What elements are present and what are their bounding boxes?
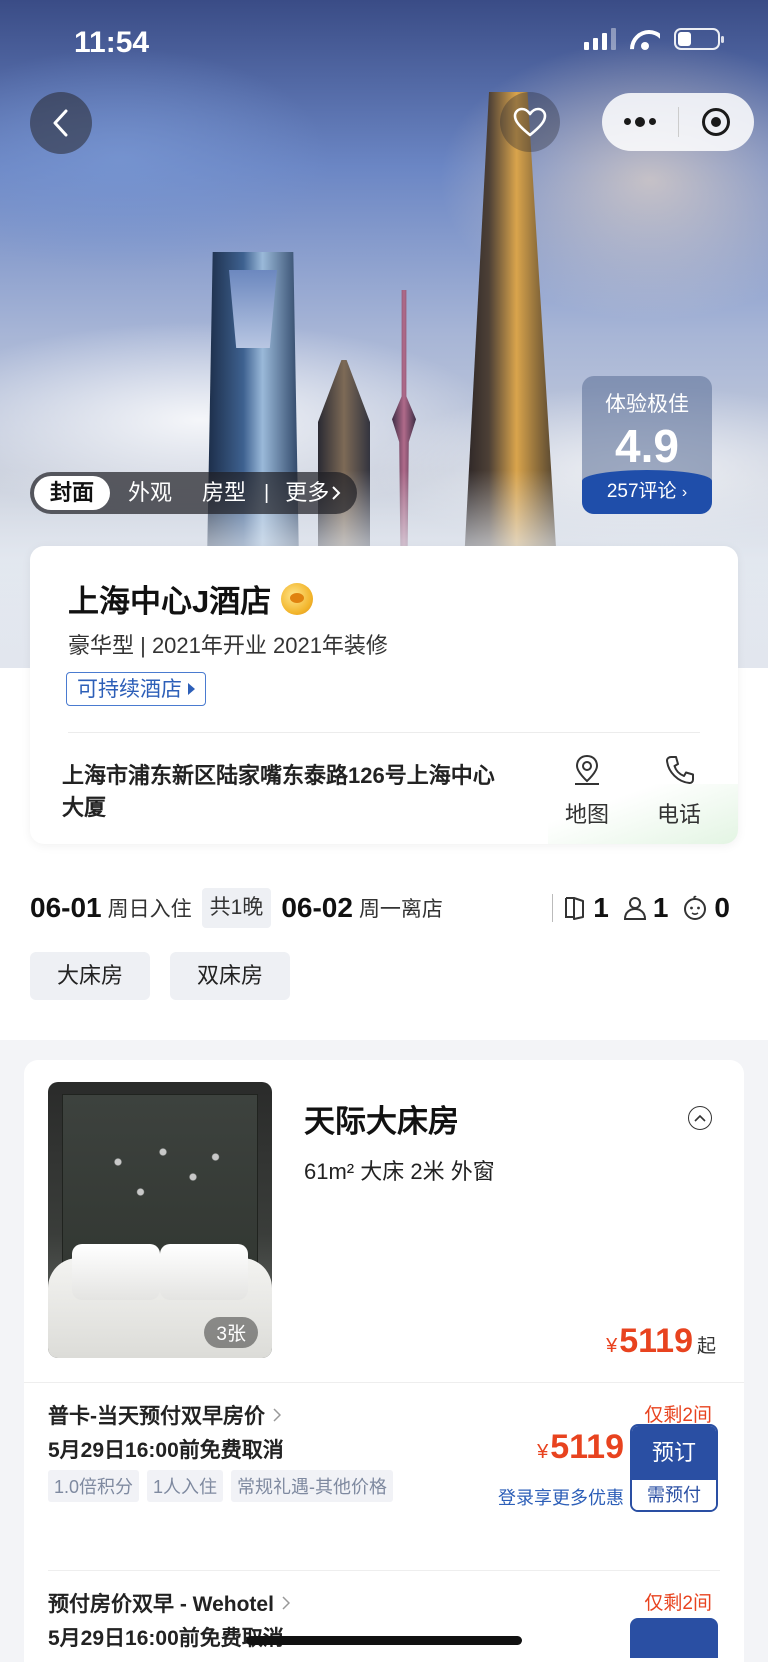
heart-icon [513, 107, 547, 137]
back-button[interactable] [30, 92, 92, 154]
hotel-info-card: 上海中心J酒店 豪华型 | 2021年开业 2021年装修 可持续酒店 上海市浦… [30, 546, 738, 844]
sustainable-hotel-tag[interactable]: 可持续酒店 [66, 672, 206, 706]
tab-exterior[interactable]: 外观 [116, 476, 184, 510]
checkin-date: 06-01 [30, 892, 102, 923]
chevron-right-icon [273, 1408, 281, 1422]
divider [48, 1570, 720, 1571]
wifi-icon [630, 28, 660, 50]
rate-tag: 1.0倍积分 [48, 1470, 140, 1502]
review-count-link[interactable]: 257评论 › [582, 470, 712, 514]
chevron-right-icon [332, 486, 341, 500]
adult-count-value: 1 [652, 892, 669, 923]
rate-name: 预付房价双早 - Wehotel [48, 1593, 274, 1616]
divider [24, 1382, 744, 1383]
nights-badge: 共1晚 [201, 888, 272, 928]
review-count: 257评论 [606, 481, 677, 502]
room-count-value: 1 [593, 892, 609, 923]
room-price-value: 5119 [619, 1322, 693, 1360]
rooms-remaining: 仅剩2间 [644, 1405, 712, 1426]
occupancy-selector[interactable]: 1 1 0 [563, 892, 730, 924]
signal-icon [584, 28, 616, 50]
rooms-remaining: 仅剩2间 [644, 1593, 712, 1614]
currency-symbol: ¥ [537, 1441, 549, 1463]
sustainable-tag-label: 可持续酒店 [77, 677, 182, 701]
checkout-date: 06-02 [281, 892, 353, 923]
map-button[interactable]: 地图 [552, 754, 622, 829]
divider [68, 732, 700, 733]
book-button[interactable] [630, 1618, 718, 1658]
login-deal-link[interactable]: 登录享更多优惠 [498, 1484, 624, 1510]
triangle-right-icon [188, 683, 195, 695]
person-icon [623, 897, 646, 920]
rate-price-value: 5119 [550, 1428, 624, 1466]
hotel-name-row: 上海中心J酒店 [68, 576, 314, 621]
checkin-label: 周日入住 [107, 898, 192, 921]
photo-category-tabs: 封面 外观 房型 | 更多 [30, 472, 358, 514]
hotel-name: 上海中心J酒店 [68, 584, 272, 619]
rate-tag: 常规礼遇-其他价格 [231, 1470, 394, 1502]
rating-score: 4.9 [615, 420, 679, 472]
map-pin-icon [575, 754, 599, 785]
tab-separator: | [264, 481, 270, 504]
phone-label: 电话 [656, 802, 701, 827]
rating-label: 体验极佳 [605, 393, 689, 416]
rate-name-row: 预付房价双早 - Wehotel [48, 1588, 290, 1618]
filter-king-bed[interactable]: 大床房 [30, 952, 150, 1000]
rate-price: ¥ 5119 [537, 1428, 624, 1467]
tab-cover[interactable]: 封面 [34, 476, 111, 510]
favorite-button[interactable] [500, 92, 560, 152]
book-button[interactable]: 预订 需预付 [630, 1424, 718, 1512]
tab-more[interactable]: 更多 [275, 476, 345, 510]
battery-icon [674, 28, 724, 50]
rate-tag: 1人入住 [147, 1470, 224, 1502]
filter-twin-bed[interactable]: 双床房 [170, 952, 290, 1000]
bed-type-filters: 大床房 双床房 [30, 952, 290, 1000]
room-card: 3张 天际大床房 61m² 大床 2米 外窗 ¥ 5119 起 普卡-当天预付双… [24, 1060, 744, 1662]
chevron-left-icon [53, 109, 68, 137]
room-title: 天际大床房 [304, 1104, 459, 1139]
child-face-icon [684, 895, 707, 920]
rate-tags: 1.0倍积分 1人入住 常规礼遇-其他价格 [48, 1470, 394, 1502]
room-lowest-price: ¥ 5119 起 [606, 1322, 716, 1361]
currency-symbol: ¥ [606, 1335, 618, 1357]
close-mini-program-button[interactable] [679, 93, 755, 151]
hotel-address[interactable]: 上海市浦东新区陆家嘴东泰路126号上海中心大厦 [62, 760, 502, 824]
gold-medal-icon [281, 582, 314, 615]
phone-icon [666, 756, 694, 784]
more-menu-button[interactable] [602, 93, 678, 151]
phone-button[interactable]: 电话 [644, 754, 714, 829]
status-icons [584, 28, 724, 50]
door-icon [565, 897, 585, 920]
target-icon [702, 108, 731, 136]
status-time: 11:54 [74, 26, 150, 59]
more-dots-icon [623, 116, 656, 127]
child-count-value: 0 [714, 892, 730, 923]
chevron-right-icon [282, 1596, 290, 1610]
checkout-label: 周一离店 [358, 898, 443, 921]
book-label: 预订 [632, 1426, 716, 1480]
divider [552, 894, 554, 922]
mini-program-capsule [602, 93, 754, 151]
rating-badge[interactable]: 体验极佳 4.9 257评论 › [582, 376, 712, 514]
chevron-up-icon[interactable] [688, 1106, 712, 1130]
rate-name-row: 普卡-当天预付双早房价 [48, 1400, 281, 1430]
stay-dates-row[interactable]: 06-01 周日入住 共1晚 06-02 周一离店 1 1 0 [30, 886, 730, 930]
hotel-subtitle: 豪华型 | 2021年开业 2021年装修 [68, 633, 388, 658]
map-label: 地图 [564, 802, 609, 827]
tab-room-types[interactable]: 房型 [190, 476, 258, 510]
price-from-suffix: 起 [696, 1336, 716, 1357]
home-indicator [246, 1636, 522, 1645]
photo-count-badge: 3张 [204, 1317, 258, 1348]
room-specs: 61m² 大床 2米 外窗 [304, 1159, 495, 1184]
rate-name: 普卡-当天预付双早房价 [48, 1405, 265, 1428]
room-count: 1 [563, 892, 609, 924]
chevron-right-icon: › [681, 484, 688, 501]
adult-count: 1 [623, 892, 669, 924]
child-count: 0 [682, 892, 730, 924]
tab-more-label: 更多 [285, 480, 330, 505]
cancellation-policy: 5月29日16:00前免费取消 [48, 1439, 284, 1462]
room-photo[interactable]: 3张 [48, 1082, 272, 1358]
prepay-label: 需预付 [632, 1480, 716, 1510]
